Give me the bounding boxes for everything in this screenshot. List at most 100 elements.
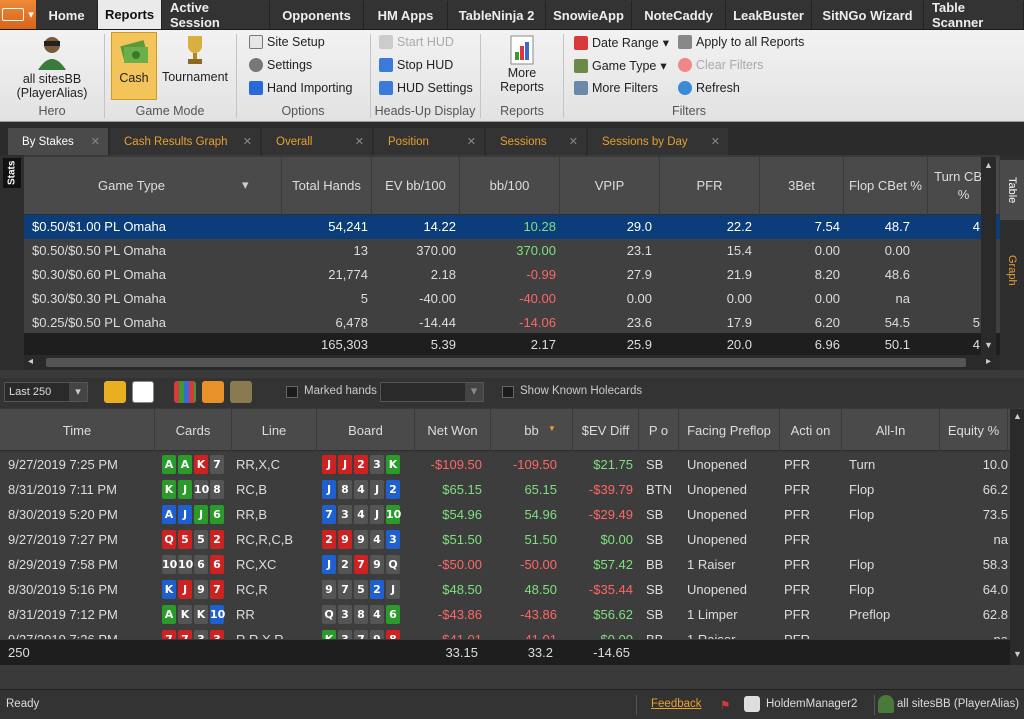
hand-limit-select[interactable]: Last 250 ▾ [4, 382, 88, 402]
hands-header-11[interactable]: Equity % [940, 409, 1008, 451]
refresh-button[interactable]: Refresh [678, 81, 740, 95]
close-icon[interactable]: ✕ [91, 135, 100, 148]
tab-tableninja-2[interactable]: TableNinja 2 [448, 1, 546, 29]
sort-dropdown-icon[interactable]: ▾ [242, 177, 249, 193]
hero-select-button[interactable]: all sitesBB (PlayerAlias) [6, 34, 98, 100]
stakes-header-2[interactable]: EV bb/100 [372, 157, 460, 215]
close-icon[interactable]: ✕ [711, 135, 720, 148]
hand-row[interactable]: 9/27/2019 7:25 PM A A K 7 RR,X,C J J 2 3 K -$109.50… [0, 452, 1010, 477]
more-filters-button[interactable]: More Filters [574, 81, 658, 95]
stakes-row[interactable]: $0.25/$0.50 PL Omaha 6,478 -14.44 -14.06 23.… [24, 311, 1000, 335]
trophy-icon[interactable] [230, 381, 252, 403]
status-bar: Ready Feedback ⚑ HoldemManager2 all site… [0, 689, 1024, 719]
marked-hands-checkbox[interactable] [286, 386, 298, 398]
hand-row[interactable]: 8/30/2019 5:16 PM K J 9 7 RC,R 9 7 5 2 J $48.50 48.5… [0, 577, 1010, 602]
stakes-cell-vpip: 0.00 [626, 291, 652, 306]
more-reports-button[interactable]: More Reports [489, 34, 555, 94]
stakes-row[interactable]: $0.30/$0.60 PL Omaha 21,774 2.18 -0.99 27.9 2… [24, 263, 1000, 287]
close-icon[interactable]: ✕ [569, 135, 578, 148]
subtab-sessions[interactable]: Sessions ✕ [486, 128, 586, 155]
stakes-row[interactable]: $0.30/$0.30 PL Omaha 5 -40.00 -40.00 0.00 0.0… [24, 287, 1000, 311]
reports-group-label: Reports [500, 104, 544, 118]
graph-view-tab[interactable]: Graph [1000, 228, 1024, 313]
hand-row[interactable]: 8/31/2019 7:12 PM A K K 10 RR Q 3 8 4 6 -$43.86 -43.… [0, 602, 1010, 627]
close-icon[interactable]: ✕ [355, 135, 364, 148]
board-cards: K3798 [322, 630, 400, 639]
settings-button[interactable]: Settings [249, 58, 312, 72]
subtab-sessions-by-day[interactable]: Sessions by Day ✕ [588, 128, 728, 155]
hands-header-8[interactable]: Facing Preflop [679, 409, 780, 451]
bar-chart-icon[interactable] [202, 381, 224, 403]
date-range-button[interactable]: Date Range ▾ [574, 35, 669, 50]
stats-side-tab[interactable]: Stats [3, 158, 21, 188]
hands-header-6[interactable]: $EV Diff [573, 409, 639, 451]
hand-row[interactable]: 8/29/2019 7:58 PM 10 10 6 6 RC,XC J 2 7 9 Q -$50.00… [0, 552, 1010, 577]
clear-filters-button[interactable]: Clear Filters [678, 58, 763, 72]
subtab-by-stakes[interactable]: By Stakes ✕ [8, 128, 108, 155]
tournament-button[interactable]: Tournament [159, 34, 231, 84]
stakes-row[interactable]: $0.50/$1.00 PL Omaha 54,241 14.22 10.28 29.0… [24, 215, 1000, 239]
hands-header-0[interactable]: Time [0, 409, 155, 451]
hands-header-5[interactable]: bb [491, 409, 573, 451]
tab-sitngo-wizard[interactable]: SitNGo Wizard [812, 1, 924, 29]
tab-notecaddy[interactable]: NoteCaddy [632, 1, 726, 29]
hands-header-2[interactable]: Line [232, 409, 317, 451]
stakes-header-4[interactable]: VPIP [560, 157, 660, 215]
hand-cell-time: 8/31/2019 7:11 PM [8, 482, 117, 497]
feedback-link[interactable]: Feedback [651, 698, 702, 710]
site-setup-button[interactable]: Site Setup [249, 35, 325, 49]
hand-row[interactable]: 8/30/2019 5:20 PM A J J 6 RR,B 7 3 4 J 10 $54.96 54.… [0, 502, 1010, 527]
hand-importing-button[interactable]: Hand Importing [249, 81, 352, 95]
hand-cell-line: RR [236, 607, 255, 622]
stop-hud-button[interactable]: Stop HUD [379, 58, 453, 72]
horizontal-scroll-thumb[interactable] [46, 358, 966, 367]
show-known-holecards-checkbox[interactable] [502, 386, 514, 398]
hands-header-4[interactable]: Net Won [415, 409, 491, 451]
rewind-icon[interactable] [104, 381, 126, 403]
hands-header-7[interactable]: P o [639, 409, 679, 451]
hand-row[interactable]: 9/27/2019 7:27 PM Q 5 5 2 RC,R,C,B 2 9 9 4 3 $51.50… [0, 527, 1010, 552]
card: 5 [354, 580, 368, 599]
cash-button[interactable]: Cash [111, 32, 157, 100]
tab-opponents[interactable]: Opponents [270, 1, 364, 29]
tab-hm-apps[interactable]: HM Apps [364, 1, 448, 29]
subtab-position[interactable]: Position ✕ [374, 128, 484, 155]
cards-icon[interactable] [132, 381, 154, 403]
table-view-tab[interactable]: Table [1000, 160, 1024, 220]
grid-icon[interactable] [174, 381, 196, 403]
app-menu-button[interactable]: ▾ [0, 0, 36, 29]
subtab-cash-results-graph[interactable]: Cash Results Graph ✕ [110, 128, 260, 155]
hand-row[interactable]: 9/27/2019 7:26 PM7733R,R,X,RK3798-$41.01… [0, 627, 1010, 639]
hud-settings-button[interactable]: HUD Settings [379, 81, 473, 95]
tab-leakbuster[interactable]: LeakBuster [726, 1, 812, 29]
tab-home[interactable]: Home [36, 1, 98, 29]
apply-all-reports-button[interactable]: Apply to all Reports [678, 35, 804, 49]
hands-header-10[interactable]: All-In [842, 409, 940, 451]
hands-header-9[interactable]: Acti on [780, 409, 842, 451]
start-hud-button[interactable]: Start HUD [379, 35, 454, 49]
stakes-header-1[interactable]: Total Hands [282, 157, 372, 215]
game-type-button[interactable]: Game Type ▾ [574, 58, 667, 73]
stakes-vertical-scrollbar[interactable]: ▲ ▼ [981, 157, 996, 355]
stakes-header-7[interactable]: Flop CBet % [844, 157, 928, 215]
stakes-row[interactable]: $0.50/$0.50 PL Omaha 13 370.00 370.00 23.1 15… [24, 239, 1000, 263]
hands-vertical-scrollbar[interactable]: ▲ ▼ [1010, 409, 1024, 665]
tab-active-session[interactable]: Active Session [162, 0, 270, 30]
card: A [162, 605, 176, 624]
subtab-overall[interactable]: Overall ✕ [262, 128, 372, 155]
stakes-horizontal-scrollbar[interactable]: ◂ ▸ [24, 355, 1000, 370]
marked-hands-select[interactable]: ▾ [380, 382, 484, 402]
board-cards: 7 3 4 J 10 [322, 505, 401, 524]
hole-cards: AJJ6 [162, 505, 224, 524]
stakes-header-3[interactable]: bb/100 [460, 157, 560, 215]
tab-reports[interactable]: Reports [98, 0, 162, 29]
stakes-header-5[interactable]: PFR [660, 157, 760, 215]
close-icon[interactable]: ✕ [467, 135, 476, 148]
hands-header-1[interactable]: Cards [155, 409, 232, 451]
tab-snowieapp[interactable]: SnowieApp [546, 1, 632, 29]
hands-header-3[interactable]: Board [317, 409, 415, 451]
close-icon[interactable]: ✕ [243, 135, 252, 148]
hand-row[interactable]: 8/31/2019 7:11 PM K J 10 8 RC,B J 8 4 J 2 $65.15 65.… [0, 477, 1010, 502]
stakes-header-6[interactable]: 3Bet [760, 157, 844, 215]
tab-table-scanner[interactable]: Table Scanner [924, 0, 1024, 30]
